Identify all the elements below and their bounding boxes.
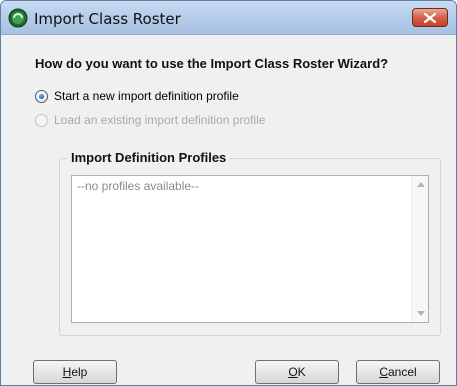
chevron-down-icon [416, 311, 425, 316]
profiles-empty-text: --no profiles available-- [77, 179, 200, 193]
existing-profile-radio [35, 113, 48, 127]
ok-mnemonic: O [288, 365, 298, 379]
new-profile-label: Start a new import definition profile [54, 89, 239, 103]
roster-app-icon [8, 8, 28, 28]
wizard-question: How do you want to use the Import Class … [35, 56, 389, 71]
scroll-down-button[interactable] [412, 305, 429, 322]
chevron-up-icon [416, 182, 425, 187]
cancel-button[interactable]: Cancel [356, 360, 440, 384]
profiles-group-title: Import Definition Profiles [67, 150, 231, 165]
scroll-up-button[interactable] [412, 176, 429, 193]
title-bar[interactable]: Import Class Roster [1, 1, 456, 35]
existing-profile-label: Load an existing import definition profi… [54, 113, 266, 127]
ok-label-rest: K [297, 365, 306, 379]
new-profile-radio[interactable] [35, 89, 48, 103]
dialog-body: How do you want to use the Import Class … [1, 36, 456, 385]
close-icon [424, 12, 436, 23]
new-profile-option[interactable]: Start a new import definition profile [35, 89, 239, 103]
cancel-mnemonic: C [379, 365, 388, 379]
help-button[interactable]: Help [33, 360, 117, 384]
help-label-rest: elp [71, 365, 88, 379]
cancel-label-rest: ancel [387, 365, 417, 379]
profiles-scrollbar[interactable] [411, 176, 428, 322]
existing-profile-option: Load an existing import definition profi… [35, 113, 265, 127]
ok-button[interactable]: OK [255, 360, 339, 384]
profiles-group: Import Definition Profiles --no profiles… [59, 150, 441, 336]
window-title: Import Class Roster [34, 10, 181, 28]
close-button[interactable] [412, 8, 448, 27]
profiles-listbox[interactable]: --no profiles available-- [71, 175, 429, 323]
import-class-roster-dialog: Import Class Roster How do you want to u… [0, 0, 457, 386]
help-mnemonic: H [62, 365, 72, 379]
